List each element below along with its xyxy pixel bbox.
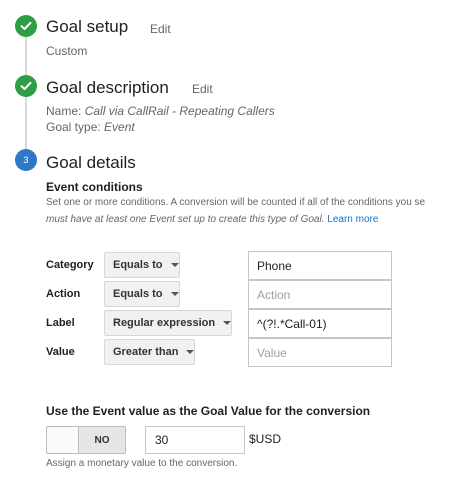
value-label: Value [46, 346, 75, 358]
caret-down-icon [170, 263, 179, 267]
event-conditions-heading: Event conditions [46, 180, 143, 194]
goal-type-line: Goal type: Event [46, 120, 135, 134]
check-circle-icon [15, 75, 37, 97]
currency-label: $USD [249, 432, 282, 446]
label-operator-value: Regular expression [113, 317, 216, 329]
goal-value-help-text: Assign a monetary value to the conversio… [46, 458, 238, 469]
value-operator-dropdown[interactable]: Greater than [104, 339, 196, 365]
category-operator-dropdown[interactable]: Equals to [104, 252, 180, 278]
event-conditions-description: Set one or more conditions. A conversion… [46, 197, 426, 208]
goal-type-label: Goal type: [46, 120, 101, 134]
caret-down-icon [170, 292, 179, 296]
action-label: Action [46, 288, 81, 300]
goal-setup-summary: Custom [46, 44, 88, 58]
goal-description-edit-link[interactable]: Edit [192, 82, 213, 96]
caret-down-icon [186, 350, 195, 354]
event-conditions-description-line2: must have at least one Event set up to c… [46, 214, 378, 225]
check-circle-icon [15, 15, 37, 37]
step-number-badge: 3 [15, 149, 37, 171]
caret-down-icon [223, 321, 232, 325]
toggle-knob [47, 427, 79, 453]
label-operator-dropdown[interactable]: Regular expression [104, 310, 233, 336]
label-label: Label [46, 317, 75, 329]
goal-type-value: Event [104, 120, 135, 134]
goal-setup-title: Goal setup [46, 17, 129, 36]
goal-name-label: Name: [46, 104, 82, 118]
value-value-input[interactable] [248, 338, 392, 367]
goal-value-heading: Use the Event value as the Goal Value fo… [46, 404, 371, 418]
value-operator-value: Greater than [113, 346, 179, 358]
goal-details-title: Goal details [46, 153, 136, 172]
goal-setup-edit-link[interactable]: Edit [150, 22, 171, 36]
label-value-input[interactable] [248, 309, 392, 338]
learn-more-link[interactable]: Learn more [327, 214, 378, 225]
goal-name-value: Call via CallRail - Repeating Callers [84, 104, 275, 118]
event-requirement-note: must have at least one Event set up to c… [46, 214, 325, 225]
goal-name-line: Name: Call via CallRail - Repeating Call… [46, 104, 275, 118]
goal-value-toggle[interactable]: NO [46, 426, 126, 454]
action-value-input[interactable] [248, 280, 392, 309]
goal-description-title: Goal description [46, 78, 169, 97]
action-operator-value: Equals to [113, 288, 163, 300]
toggle-state-label: NO [79, 427, 125, 453]
action-operator-dropdown[interactable]: Equals to [104, 281, 180, 307]
goal-value-amount-input[interactable] [145, 426, 245, 454]
category-label: Category [46, 259, 94, 271]
category-operator-value: Equals to [113, 259, 163, 271]
category-value-input[interactable] [248, 251, 392, 280]
